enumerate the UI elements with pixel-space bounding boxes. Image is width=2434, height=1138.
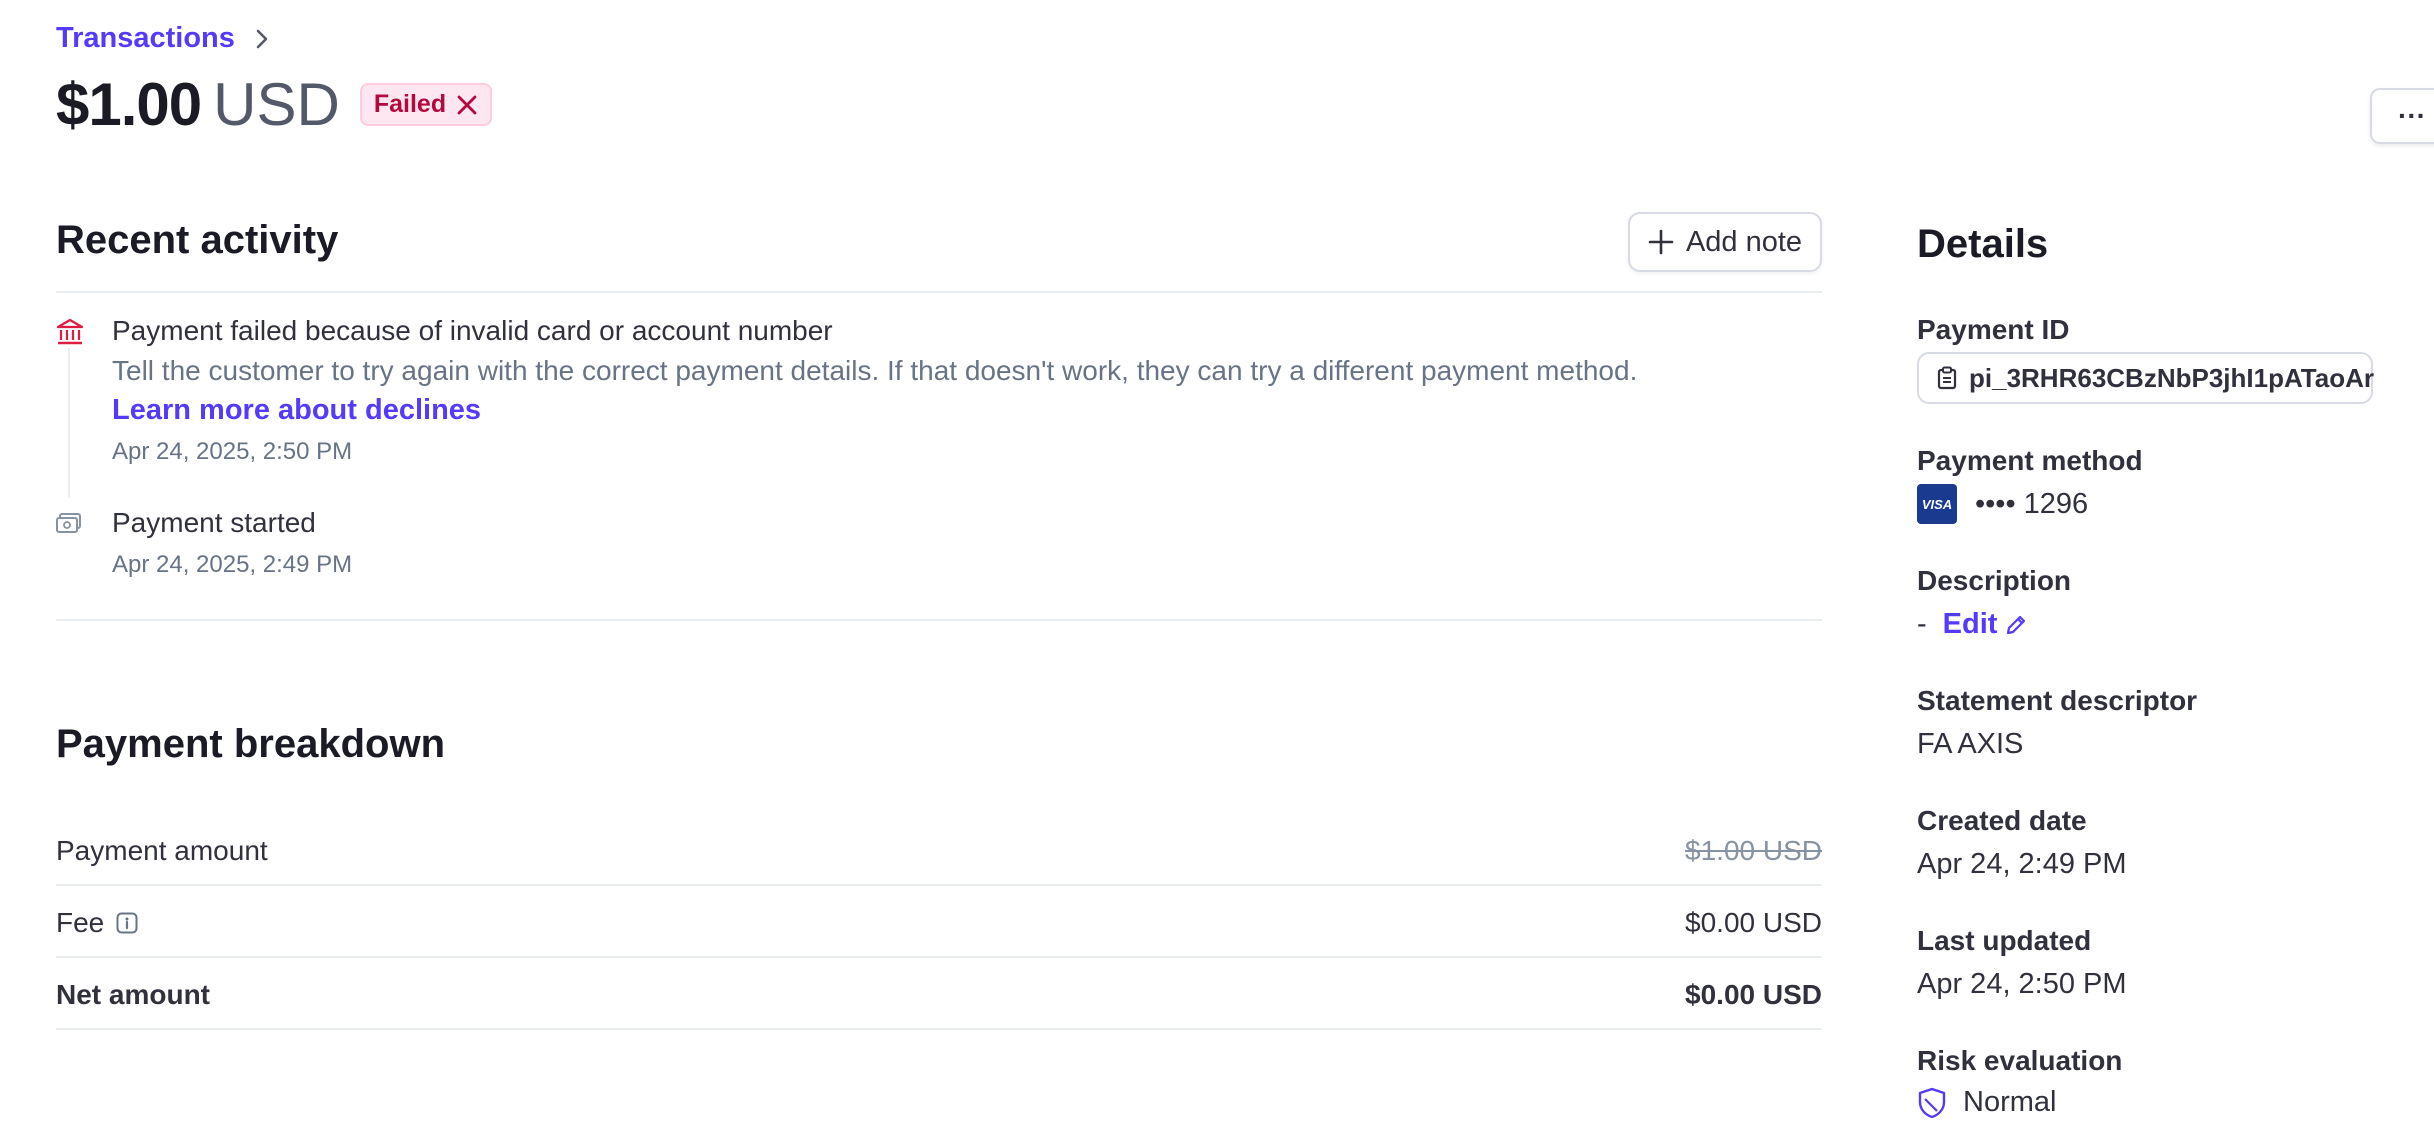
card-last4: •••• 1296 — [1975, 487, 2089, 520]
details-title: Details — [1917, 222, 2049, 266]
activity-event-time: Apr 24, 2025, 2:50 PM — [112, 438, 353, 465]
learn-more-declines-link[interactable]: Learn more about declines — [112, 394, 481, 427]
breadcrumb-transactions-link[interactable]: Transactions — [56, 22, 235, 55]
plus-icon — [1648, 229, 1674, 255]
breakdown-row-label: Net amount — [56, 979, 210, 1010]
payment-currency: USD — [213, 71, 340, 138]
breakdown-divider — [56, 956, 1822, 958]
breakdown-divider — [56, 884, 1822, 886]
status-badge: Failed — [359, 83, 493, 126]
activity-event-title: Payment failed because of invalid card o… — [112, 315, 833, 346]
timeline-line — [68, 348, 70, 498]
payment-method-label: Payment method — [1917, 445, 2143, 476]
risk-evaluation-value: Normal — [1963, 1086, 2057, 1118]
recent-activity-title: Recent activity — [56, 218, 339, 262]
description-value: - — [1917, 608, 1927, 640]
created-date-value: Apr 24, 2:49 PM — [1917, 848, 2127, 880]
risk-evaluation-value-row: Normal — [1917, 1086, 2056, 1119]
clipboard-icon — [1937, 366, 1957, 390]
shield-icon — [1917, 1087, 1947, 1119]
add-note-button[interactable]: Add note — [1628, 212, 1822, 272]
breakdown-divider — [56, 1028, 1822, 1030]
add-note-label: Add note — [1685, 225, 1803, 258]
payment-started-icon — [56, 512, 82, 536]
payment-breakdown-title: Payment breakdown — [56, 722, 446, 766]
last-updated-value: Apr 24, 2:50 PM — [1917, 968, 2127, 1000]
created-date-label: Created date — [1917, 805, 2087, 836]
page-title: $1.00 USD Failed — [56, 70, 493, 139]
breakdown-row-label: Payment amount — [56, 835, 268, 866]
payment-id-label: Payment ID — [1917, 314, 2070, 345]
more-actions-button[interactable]: ··· — [2370, 88, 2434, 144]
description-value-row: - Edit — [1917, 608, 2027, 641]
payment-amount: $1.00 — [56, 71, 202, 138]
statement-descriptor-value: FA AXIS — [1917, 728, 2024, 760]
breakdown-row-value: $1.00 USD — [1685, 835, 1822, 866]
status-badge-label: Failed — [373, 90, 447, 118]
fee-label-group: Fee — [56, 907, 138, 939]
edit-label: Edit — [1942, 608, 1998, 640]
breakdown-row-value: $0.00 USD — [1685, 979, 1822, 1010]
statement-descriptor-label: Statement descriptor — [1917, 685, 2198, 716]
edit-description-link[interactable]: Edit — [1943, 608, 2028, 641]
activity-divider-top — [56, 291, 1822, 293]
payment-method-value: VISA •••• 1296 — [1917, 484, 2088, 524]
breadcrumb: Transactions — [56, 22, 269, 55]
description-label: Description — [1917, 565, 2072, 596]
close-icon — [456, 94, 478, 116]
chevron-right-icon — [255, 28, 269, 50]
visa-card-icon: VISA — [1917, 484, 1957, 524]
breakdown-row-value: $0.00 USD — [1685, 907, 1822, 938]
pencil-icon — [2005, 614, 2027, 636]
activity-divider-bottom — [56, 619, 1822, 621]
activity-event-time: Apr 24, 2025, 2:49 PM — [112, 551, 353, 578]
bank-icon — [56, 318, 84, 346]
activity-event-title: Payment started — [112, 507, 316, 538]
last-updated-label: Last updated — [1917, 925, 2092, 956]
payment-id-value: pi_3RHR63CBzNbP3jhI1pATaoAr — [1969, 362, 2374, 393]
risk-evaluation-label: Risk evaluation — [1917, 1045, 2123, 1076]
activity-event-description: Tell the customer to try again with the … — [112, 355, 1638, 386]
payment-id-copy-button[interactable]: pi_3RHR63CBzNbP3jhI1pATaoAr — [1917, 352, 2374, 404]
info-icon[interactable] — [116, 912, 138, 934]
breakdown-row-label: Fee — [56, 907, 105, 938]
